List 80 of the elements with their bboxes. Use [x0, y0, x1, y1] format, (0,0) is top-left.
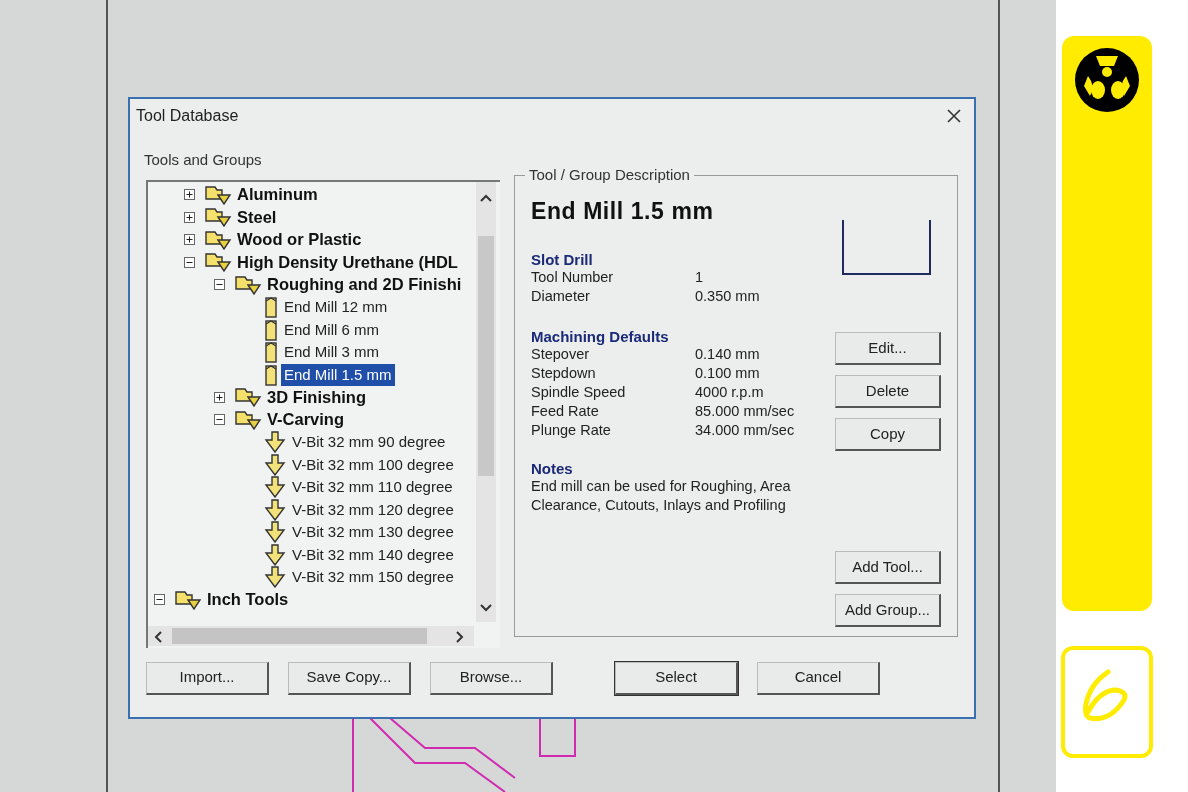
expand-icon[interactable]: [184, 211, 195, 223]
field-label: Diameter: [531, 286, 591, 306]
folder-icon: [204, 207, 232, 228]
end-mill-icon: [264, 363, 278, 386]
notes-text: End mill can be used for Roughing, Area Clearance, Cutouts, Inlays and Profiling: [531, 476, 792, 515]
tree-item[interactable]: V-Bit 32 mm 130 degree: [289, 521, 457, 544]
close-icon[interactable]: [946, 108, 962, 124]
folder-icon: [204, 229, 232, 250]
expand-icon[interactable]: [214, 391, 225, 403]
tree-group[interactable]: Roughing and 2D Finishi: [265, 272, 464, 298]
folder-icon: [234, 409, 262, 430]
field-label: Feed Rate: [531, 401, 600, 421]
field-value: 0.350 mm: [695, 286, 760, 306]
dialog-button[interactable]: Delete: [835, 375, 941, 408]
collapse-icon[interactable]: [184, 256, 195, 268]
dialog-button[interactable]: Add Group...: [835, 594, 941, 627]
tree-item[interactable]: End Mill 6 mm: [281, 318, 383, 341]
logo-icon: [1074, 46, 1140, 114]
notes-heading: Notes: [531, 459, 574, 477]
field-label: Tool Number: [531, 267, 615, 287]
dialog-button[interactable]: Add Tool...: [835, 551, 941, 584]
dialog-button[interactable]: Import...: [146, 661, 269, 695]
tool-name: End Mill 1.5 mm: [531, 197, 715, 226]
tree-group[interactable]: V-Carving: [265, 407, 347, 433]
tree-item[interactable]: V-Bit 32 mm 110 degree: [289, 476, 456, 499]
group-label: Tool / Group Description: [525, 166, 694, 184]
dialog-button[interactable]: Edit...: [835, 332, 941, 365]
tree-label: Tools and Groups: [144, 150, 263, 170]
dialog-button[interactable]: Save Copy...: [288, 661, 411, 695]
tree-item[interactable]: V-Bit 32 mm 90 degree: [289, 431, 449, 454]
horizontal-scrollbar[interactable]: [148, 625, 474, 646]
window-title: Tool Database: [136, 106, 239, 126]
collapse-icon[interactable]: [214, 279, 225, 291]
section-heading: Slot Drill: [531, 250, 594, 268]
tree-item[interactable]: V-Bit 32 mm 100 degree: [289, 453, 457, 476]
folder-icon: [174, 589, 202, 610]
dialog-button[interactable]: Browse...: [430, 661, 553, 695]
expand-icon[interactable]: [184, 189, 195, 201]
field-label: Stepdown: [531, 363, 597, 383]
tree-item[interactable]: V-Bit 32 mm 150 degree: [289, 566, 457, 589]
dialog-button[interactable]: Cancel: [757, 661, 880, 695]
scrollbar-thumb[interactable]: [478, 235, 494, 476]
field-value: 0.140 mm: [695, 344, 760, 364]
folder-icon: [234, 274, 262, 295]
field-label: Spindle Speed: [531, 382, 627, 402]
field-value: 4000 r.p.m: [695, 382, 764, 402]
collapse-icon[interactable]: [154, 594, 165, 606]
v-bit-icon: [264, 566, 286, 589]
end-mill-icon: [264, 296, 278, 319]
v-bit-icon: [264, 543, 286, 566]
tree-group[interactable]: Inch Tools: [205, 587, 291, 611]
field-label: Plunge Rate: [531, 420, 612, 440]
dialog-button[interactable]: Select: [615, 661, 738, 695]
collapse-icon[interactable]: [214, 414, 225, 426]
field-value: 1: [695, 267, 704, 287]
dialog-button[interactable]: Copy: [835, 418, 941, 451]
tree-item[interactable]: End Mill 3 mm: [281, 341, 383, 364]
section-heading: Machining Defaults: [531, 327, 670, 345]
folder-icon: [204, 184, 232, 205]
end-mill-icon: [264, 341, 278, 364]
expand-icon[interactable]: [184, 234, 195, 246]
tree-item[interactable]: End Mill 12 mm: [281, 296, 391, 319]
vertical-scrollbar[interactable]: [476, 181, 496, 622]
tree-item[interactable]: V-Bit 32 mm 120 degree: [289, 498, 457, 521]
tree-item[interactable]: V-Bit 32 mm 140 degree: [289, 543, 457, 566]
v-bit-icon: [264, 453, 286, 476]
field-label: Stepover: [531, 345, 591, 364]
field-value: 85.000 mm/sec: [695, 401, 795, 421]
folder-icon: [204, 252, 232, 273]
field-value: 34.000 mm/sec: [695, 420, 795, 440]
tree-group[interactable]: 3D Finishing: [265, 384, 368, 410]
tree-item[interactable]: End Mill 1.5 mm: [281, 363, 395, 386]
v-bit-icon: [264, 476, 286, 499]
field-value: 0.100 mm: [695, 363, 760, 383]
scrollbar-thumb[interactable]: [172, 627, 427, 644]
v-bit-icon: [264, 521, 286, 544]
v-bit-icon: [264, 431, 286, 454]
end-mill-icon: [264, 318, 278, 341]
folder-icon: [234, 387, 262, 408]
v-bit-icon: [264, 498, 286, 521]
